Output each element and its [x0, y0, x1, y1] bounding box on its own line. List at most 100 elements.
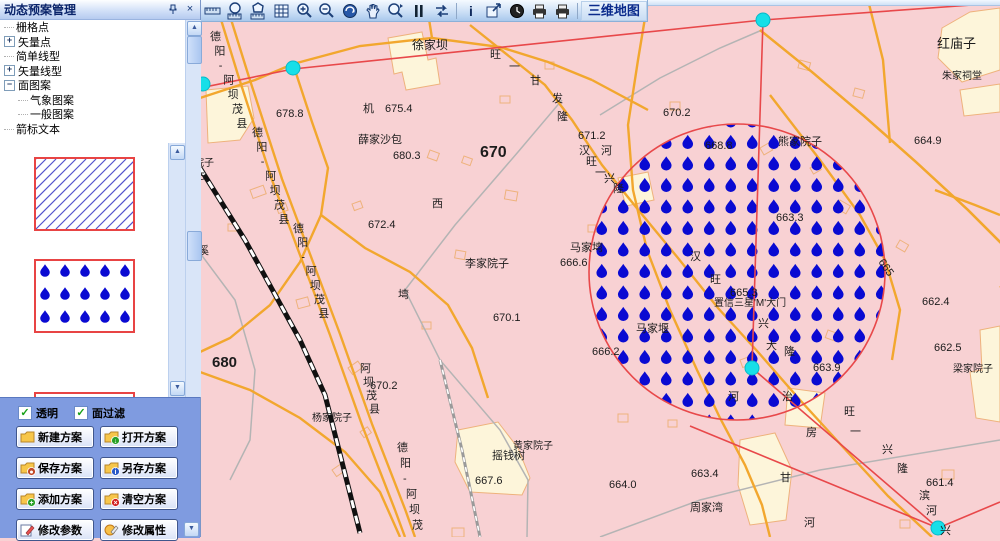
map-label: 发: [552, 91, 563, 105]
清空方案-button[interactable]: ×清空方案: [100, 488, 178, 510]
map-label: 河: [601, 144, 612, 157]
option-面过滤[interactable]: ✓面过滤: [74, 405, 125, 421]
option-透明[interactable]: ✓透明: [18, 405, 58, 421]
map-label: -: [301, 251, 305, 263]
clock-icon[interactable]: [506, 1, 529, 21]
tree-item-0[interactable]: 栅格点: [0, 20, 184, 35]
scroll-up-icon[interactable]: ▲: [170, 145, 185, 160]
map-label: 隆: [784, 344, 795, 358]
保存方案-button[interactable]: ●保存方案: [16, 457, 94, 479]
map-label: 塆: [398, 287, 409, 301]
tree-item-3[interactable]: +矢量线型: [0, 64, 184, 79]
修改属性-button[interactable]: 修改属性: [100, 519, 178, 541]
scrollbar-thumb[interactable]: [187, 36, 202, 64]
map-label: 阳: [214, 45, 225, 58]
zoom-extent-icon[interactable]: [385, 1, 408, 21]
添加方案-button[interactable]: +添加方案: [16, 488, 94, 510]
map-label: 坝: [409, 502, 420, 516]
map-viewport[interactable]: 徐家坝红庙子朱家祠堂机675.4678.8薛家沙包680.3670672.4西李…: [200, 0, 1000, 537]
print-icon[interactable]: [551, 1, 574, 21]
folder-open-icon: ↓: [104, 430, 120, 445]
button-label: 添加方案: [38, 491, 82, 507]
map-label: 671.2: [578, 130, 606, 142]
map-label: 666.2: [592, 346, 620, 358]
map-label: 680: [212, 354, 237, 371]
checkbox[interactable]: ✓: [74, 406, 88, 420]
scroll-up-icon[interactable]: ▲: [187, 21, 202, 36]
tree-connector: [18, 99, 28, 101]
pattern-scrollbar[interactable]: ▲ ▼: [168, 143, 185, 397]
map-label: 梁家院子: [953, 362, 993, 375]
layer-tree: 栅格点+矢量点简单线型+矢量线型−面图案气象图案一般图案箭标文本: [0, 20, 184, 142]
collapse-icon[interactable]: −: [4, 80, 15, 91]
export-icon[interactable]: [483, 1, 506, 21]
tree-item-6[interactable]: 一般图案: [0, 107, 184, 122]
map-3d-button[interactable]: 三维地图: [581, 1, 647, 21]
partial-pattern[interactable]: [34, 361, 135, 397]
diagonal-hatch-pattern[interactable]: [34, 157, 135, 231]
svg-text:●: ●: [29, 469, 33, 476]
map-label: 茂: [274, 198, 285, 212]
map-label: 阳: [256, 141, 267, 154]
close-icon[interactable]: ×: [183, 3, 197, 16]
info-icon[interactable]: i: [460, 1, 483, 21]
tree-item-5[interactable]: 气象图案: [0, 93, 184, 108]
map-label: 杨家院子: [312, 411, 352, 424]
map-label: 阿: [306, 265, 317, 278]
scroll-down-icon[interactable]: ▼: [184, 522, 199, 537]
map-label: 汉: [690, 250, 701, 263]
outer-scrollbar[interactable]: [185, 143, 201, 397]
map-label: 662.4: [922, 296, 950, 308]
measure-circle-icon[interactable]: [225, 1, 248, 21]
rain-drops-pattern[interactable]: [34, 259, 135, 333]
tree-item-4[interactable]: −面图案: [0, 78, 184, 93]
pin-icon[interactable]: [166, 3, 180, 16]
map-label: 朱家祠堂: [942, 69, 982, 82]
zoom-in-icon[interactable]: [293, 1, 316, 21]
map-label: 一: [509, 61, 520, 73]
button-label: 新建方案: [38, 429, 82, 445]
map-label: 隆: [613, 181, 624, 195]
map-label: 坝: [310, 278, 321, 292]
zoom-out-icon[interactable]: [316, 1, 339, 21]
map-label: 一: [850, 426, 861, 438]
print-preview-icon[interactable]: [528, 1, 551, 21]
tree-item-7[interactable]: 箭标文本: [0, 122, 184, 137]
swap-icon[interactable]: [430, 1, 453, 21]
measure-polygon-icon[interactable]: [248, 1, 271, 21]
map-label: 旺: [710, 274, 721, 286]
新建方案-button[interactable]: 新建方案: [16, 426, 94, 448]
map-label: 兴: [882, 443, 893, 456]
另存方案-button[interactable]: i另存方案: [100, 457, 178, 479]
measure-ruler-icon[interactable]: [202, 1, 225, 21]
expand-icon[interactable]: +: [4, 65, 15, 76]
打开方案-button[interactable]: ↓打开方案: [100, 426, 178, 448]
map-label: 德: [210, 29, 221, 43]
修改参数-button[interactable]: 修改参数: [16, 519, 94, 541]
expand-icon[interactable]: +: [4, 36, 15, 47]
tree-connector: [4, 128, 14, 130]
pan-hand-icon[interactable]: [362, 1, 385, 21]
map-label: -: [219, 60, 223, 72]
tree-item-2[interactable]: 简单线型: [0, 49, 184, 64]
map-label: 治: [782, 389, 793, 403]
map-label: 房: [806, 426, 817, 439]
hazard-area-circle[interactable]: [589, 124, 885, 420]
svg-text:↓: ↓: [114, 438, 118, 445]
checkbox[interactable]: ✓: [18, 406, 32, 420]
scrollbar-thumb[interactable]: [187, 231, 202, 261]
vertex-handle: [756, 13, 770, 27]
map-label: 662.5: [934, 342, 962, 354]
map-label: 河: [926, 504, 937, 517]
scroll-down-icon[interactable]: ▼: [170, 381, 185, 396]
grid-icon[interactable]: [270, 1, 293, 21]
tree-scrollbar[interactable]: ▲: [185, 20, 201, 143]
map-label: 红庙子: [937, 36, 976, 51]
tree-item-1[interactable]: +矢量点: [0, 35, 184, 50]
toolbar-separator: [456, 3, 457, 19]
pause-icon[interactable]: [407, 1, 430, 21]
globe-back-icon[interactable]: [339, 1, 362, 21]
map-canvas[interactable]: 徐家坝红庙子朱家祠堂机675.4678.8薛家沙包680.3670672.4西李…: [200, 0, 1000, 537]
tree-connector: [4, 26, 14, 28]
map-label: -: [261, 156, 265, 168]
